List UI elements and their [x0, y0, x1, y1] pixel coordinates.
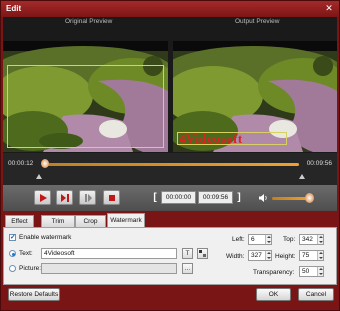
picture-radio[interactable] [9, 265, 16, 272]
height-label: Height: [275, 253, 296, 260]
step-forward-button[interactable] [56, 190, 73, 205]
restore-defaults-button[interactable]: Restore Defaults [8, 288, 60, 301]
edit-window: Edit ✕ Original Preview Output Preview 4… [0, 0, 340, 311]
top-value: 342 [302, 236, 313, 243]
output-preview-pane: 4Videosoft [173, 41, 337, 152]
playhead-knob[interactable] [41, 159, 49, 168]
browse-picture-button[interactable]: ... [182, 263, 193, 274]
top-label: Top: [283, 236, 296, 243]
left-value: 6 [251, 236, 255, 243]
top-spinner[interactable]: 342 [299, 234, 324, 245]
current-time: 00:00:12 [8, 160, 34, 167]
watermark-text-input[interactable]: 4Videosoft [41, 248, 177, 259]
end-marker-icon[interactable] [299, 174, 305, 179]
width-value: 327 [251, 252, 262, 259]
close-icon[interactable]: ✕ [323, 3, 335, 14]
palette-icon [199, 250, 206, 257]
next-frame-button[interactable] [79, 190, 96, 205]
transparency-spinner[interactable]: 50 [299, 266, 324, 277]
tab-effect[interactable]: Effect [5, 215, 34, 227]
set-start-button[interactable]: [ [150, 190, 160, 205]
preview-area: Original Preview Output Preview 4Videoso… [3, 17, 337, 153]
play-icon [40, 194, 47, 202]
title-bar: Edit ✕ [1, 1, 339, 17]
ok-button[interactable]: OK [256, 288, 291, 301]
playback-controls: [ 00:00:00 00:09:56 ] [3, 185, 337, 211]
left-label: Left: [232, 236, 245, 243]
tab-trim[interactable]: Trim [41, 215, 75, 227]
height-value: 75 [302, 252, 310, 259]
set-end-button[interactable]: ] [234, 190, 244, 205]
watermark-panel: ✓ Enable watermark Text: 4Videosoft T Pi… [3, 227, 337, 285]
dialog-footer: Restore Defaults OK Cancel [3, 285, 337, 310]
end-time-box[interactable]: 00:09:56 [198, 191, 233, 204]
tab-watermark[interactable]: Watermark [107, 213, 145, 227]
volume-knob[interactable] [305, 193, 314, 203]
timeline: 00:00:12 00:09:56 [3, 153, 337, 185]
enable-watermark-checkbox[interactable]: ✓ [9, 234, 16, 241]
timeline-track[interactable] [45, 163, 299, 166]
cancel-button[interactable]: Cancel [298, 288, 334, 301]
window-title: Edit [6, 4, 22, 13]
width-spinner[interactable]: 327 [248, 250, 272, 261]
speaker-icon [259, 194, 267, 202]
stop-button[interactable] [103, 190, 120, 205]
tab-crop[interactable]: Crop [75, 215, 106, 227]
transparency-label: Transparency: [253, 269, 295, 276]
timeline-progress-fill [45, 163, 299, 166]
picture-path-input[interactable] [41, 263, 177, 274]
step-forward-icon [61, 194, 69, 202]
checkmark-icon: ✓ [10, 234, 16, 241]
text-radio[interactable] [9, 250, 16, 257]
width-label: Width: [226, 253, 245, 260]
next-frame-icon [85, 194, 92, 202]
start-marker-icon[interactable] [36, 174, 42, 179]
watermark-overlay-text: 4Videosoft [179, 131, 243, 146]
text-format-button[interactable]: T [182, 248, 193, 259]
text-label: Text: [19, 250, 33, 257]
play-button[interactable] [34, 190, 51, 205]
original-preview-pane [3, 41, 168, 152]
original-preview-label: Original Preview [65, 18, 113, 25]
left-spinner[interactable]: 6 [248, 234, 272, 245]
text-color-button[interactable] [197, 248, 208, 259]
start-time-box[interactable]: 00:00:00 [161, 191, 196, 204]
total-time: 00:09:56 [306, 160, 332, 167]
stop-icon [109, 195, 115, 201]
tab-bar: Effect Trim Crop Watermark [3, 211, 337, 227]
picture-label: Picture: [19, 265, 42, 272]
enable-watermark-label: Enable watermark [19, 234, 72, 241]
output-preview-label: Output Preview [235, 18, 280, 25]
transparency-value: 50 [302, 268, 310, 275]
height-spinner[interactable]: 75 [299, 250, 324, 261]
crop-selection-frame[interactable] [7, 65, 164, 148]
